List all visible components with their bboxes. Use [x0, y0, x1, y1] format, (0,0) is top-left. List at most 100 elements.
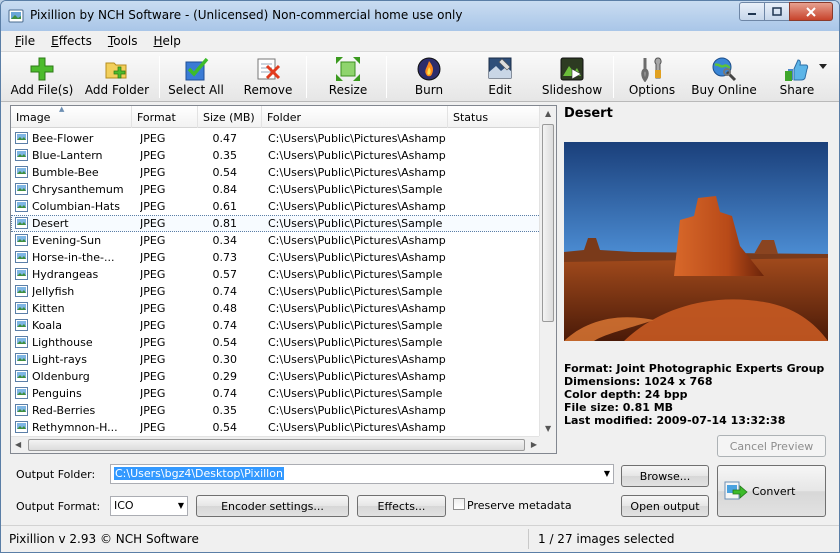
table-row[interactable]: Koala JPEG 0.74 C:\Users\Public\Pictures\Sa… — [11, 317, 541, 334]
table-row[interactable]: Kitten JPEG 0.48 C:\Users\Public\Pictures\A… — [11, 300, 541, 317]
table-row[interactable]: Bumble-Bee JPEG 0.54 C:\Users\Public\Pictur… — [11, 164, 541, 181]
close-icon — [806, 6, 816, 17]
menu-file[interactable]: File — [7, 31, 43, 51]
slideshow-button[interactable]: Slideshow — [539, 52, 605, 102]
horizontal-scrollbar[interactable]: ◀ ▶ — [11, 436, 541, 453]
resize-icon — [336, 57, 360, 81]
vertical-scroll-thumb[interactable] — [542, 124, 554, 322]
table-row[interactable]: Oldenburg JPEG 0.29 C:\Users\Public\Picture… — [11, 368, 541, 385]
add-folder-button[interactable]: Add Folder — [81, 52, 153, 102]
image-file-icon — [15, 251, 28, 263]
table-row[interactable]: Hydrangeas JPEG 0.57 C:\Users\Public\Pictur… — [11, 266, 541, 283]
table-row[interactable]: Columbian-Hats JPEG 0.61 C:\Users\Public\Pi… — [11, 198, 541, 215]
menu-help-accel: H — [153, 34, 163, 48]
preserve-metadata-checkbox[interactable] — [453, 498, 465, 510]
remove-button[interactable]: Remove — [237, 52, 299, 102]
minimize-button[interactable] — [739, 2, 765, 21]
table-row[interactable]: Bee-Flower JPEG 0.47 C:\Users\Public\Pictur… — [11, 130, 541, 147]
open-output-button[interactable]: Open output — [621, 495, 709, 517]
cell-folder: C:\Users\Public\Pictures\Ashamp... — [268, 132, 446, 145]
scroll-right-icon[interactable]: ▶ — [531, 440, 537, 449]
column-header-size[interactable]: Size (MB) — [198, 106, 262, 128]
table-row[interactable]: Horse-in-the-... JPEG 0.73 C:\Users\Public\… — [11, 249, 541, 266]
share-button[interactable]: Share — [769, 52, 827, 102]
column-header-format-label: Format — [137, 111, 176, 124]
burn-label: Burn — [414, 83, 444, 97]
convert-button[interactable]: Convert — [717, 465, 826, 517]
chevron-down-icon[interactable]: ▼ — [604, 469, 610, 478]
resize-button[interactable]: Resize — [319, 52, 377, 102]
cell-folder: C:\Users\Public\Pictures\Ashamp... — [268, 404, 446, 417]
cell-folder: C:\Users\Public\Pictures\Sample ... — [268, 217, 446, 230]
image-list[interactable]: ▲ Image Format Size (MB) Folder Status B… — [10, 105, 557, 454]
status-version: Pixillion v 2.93 © NCH Software — [9, 532, 199, 546]
title-bar[interactable]: Pixillion by NCH Software - (Unlicensed)… — [1, 1, 839, 31]
cell-format: JPEG — [140, 336, 166, 349]
cell-format: JPEG — [140, 404, 166, 417]
cell-folder: C:\Users\Public\Pictures\Ashamp... — [268, 234, 446, 247]
menu-help[interactable]: Help — [145, 31, 188, 51]
cell-size: 0.54 — [212, 421, 238, 434]
browse-button[interactable]: Browse... — [621, 465, 709, 487]
add-files-button[interactable]: Add File(s) — [5, 52, 79, 102]
table-row[interactable]: Light-rays JPEG 0.30 C:\Users\Public\Pictur… — [11, 351, 541, 368]
table-row[interactable]: Red-Berries JPEG 0.35 C:\Users\Public\Pictu… — [11, 402, 541, 419]
close-button[interactable] — [789, 2, 833, 21]
cell-image-name: Chrysanthemum — [32, 183, 124, 196]
table-row[interactable]: Chrysanthemum JPEG 0.84 C:\Users\Public\Pic… — [11, 181, 541, 198]
cell-size: 0.57 — [212, 268, 238, 281]
maximize-button[interactable] — [764, 2, 790, 21]
table-row[interactable]: Evening-Sun JPEG 0.34 C:\Users\Public\Pictu… — [11, 232, 541, 249]
sort-ascending-icon: ▲ — [59, 105, 65, 113]
effects-button[interactable]: Effects... — [357, 495, 446, 517]
output-format-select[interactable]: ICO ▼ — [110, 496, 188, 516]
output-folder-value[interactable]: C:\Users\bgz4\Desktop\Pixillon — [114, 467, 284, 480]
scroll-down-icon[interactable]: ▼ — [545, 424, 551, 433]
burn-button[interactable]: Burn — [399, 52, 459, 102]
column-header-format[interactable]: Format — [132, 106, 198, 128]
output-format-value: ICO — [114, 499, 134, 512]
menu-tools[interactable]: Tools — [100, 31, 146, 51]
cell-size: 0.34 — [212, 234, 238, 247]
cell-image-name: Horse-in-the-... — [32, 251, 115, 264]
share-dropdown-icon[interactable] — [819, 64, 827, 70]
encoder-settings-button[interactable]: Encoder settings... — [196, 495, 349, 517]
column-header-folder[interactable]: Folder — [262, 106, 448, 128]
table-row[interactable]: Jellyfish JPEG 0.74 C:\Users\Public\Picture… — [11, 283, 541, 300]
cell-image-name: Lighthouse — [32, 336, 93, 349]
horizontal-scroll-thumb[interactable] — [28, 439, 525, 451]
image-file-icon — [15, 183, 28, 195]
column-header-status[interactable]: Status — [448, 106, 541, 128]
output-folder-combo[interactable]: C:\Users\bgz4\Desktop\Pixillon ▼ — [110, 464, 614, 484]
table-row[interactable]: Lighthouse JPEG 0.54 C:\Users\Public\Pictur… — [11, 334, 541, 351]
vertical-scrollbar[interactable]: ▲ ▼ — [539, 106, 556, 436]
image-file-icon — [15, 149, 28, 161]
chevron-down-icon[interactable]: ▼ — [178, 501, 184, 510]
buy-online-button[interactable]: Buy Online — [689, 52, 759, 102]
edit-button[interactable]: Edit — [471, 52, 529, 102]
cell-size: 0.47 — [212, 132, 238, 145]
table-row[interactable]: Blue-Lantern JPEG 0.35 C:\Users\Public\Pict… — [11, 147, 541, 164]
cell-format: JPEG — [140, 200, 166, 213]
cell-size: 0.35 — [212, 404, 238, 417]
table-row[interactable]: Penguins JPEG 0.74 C:\Users\Public\Pictures… — [11, 385, 541, 402]
table-row[interactable]: Rethymnon-H... JPEG 0.54 C:\Users\Public\Pi… — [11, 419, 541, 436]
convert-label: Convert — [752, 485, 796, 498]
menu-effects[interactable]: Effects — [43, 31, 100, 51]
cancel-preview-button[interactable]: Cancel Preview — [717, 435, 826, 457]
column-header-image[interactable]: ▲ Image — [11, 106, 132, 128]
scroll-left-icon[interactable]: ◀ — [15, 440, 21, 449]
share-label: Share — [779, 83, 815, 97]
cell-image-name: Desert — [32, 217, 69, 230]
buy-online-label: Buy Online — [691, 83, 757, 97]
cell-format: JPEG — [140, 183, 166, 196]
cell-size: 0.81 — [212, 217, 238, 230]
options-button[interactable]: Options — [623, 52, 681, 102]
scroll-up-icon[interactable]: ▲ — [545, 109, 551, 118]
table-row[interactable]: Desert JPEG 0.81 C:\Users\Public\Pictures\S… — [11, 215, 541, 232]
burn-icon — [417, 57, 441, 81]
select-all-button[interactable]: Select All — [165, 52, 227, 102]
cell-size: 0.54 — [212, 336, 238, 349]
cell-format: JPEG — [140, 285, 166, 298]
image-file-icon — [15, 268, 28, 280]
